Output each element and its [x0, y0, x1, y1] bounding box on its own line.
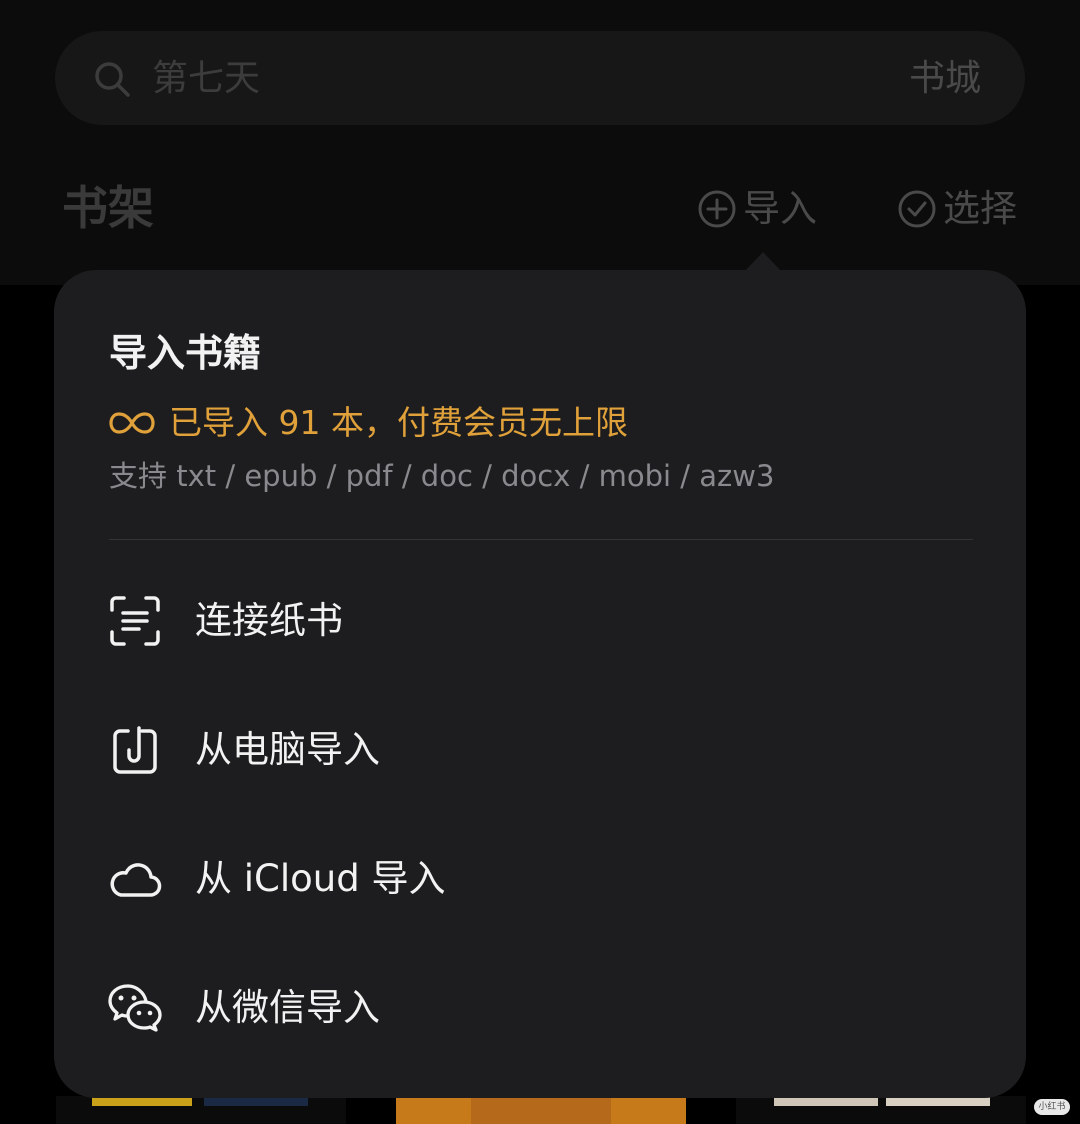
import-button-label: 导入	[743, 187, 817, 230]
import-quota: 已导入 91 本，付费会员无上限	[109, 400, 628, 446]
menu-item-label: 从微信导入	[195, 986, 380, 1029]
watermark-logo: 小红书	[1034, 1099, 1070, 1115]
scan-icon	[105, 591, 165, 651]
menu-item-connect-paper-book[interactable]: 连接纸书	[105, 581, 985, 661]
infinity-icon	[109, 412, 155, 434]
plus-circle-icon	[698, 190, 736, 228]
book-cover[interactable]	[736, 1096, 1026, 1124]
menu-item-label: 从 iCloud 导入	[195, 857, 446, 900]
book-cover[interactable]	[56, 1096, 346, 1124]
search-placeholder: 第七天	[152, 58, 261, 99]
menu-item-label: 连接纸书	[195, 599, 343, 642]
menu-item-label: 从电脑导入	[195, 728, 380, 771]
device-import-icon	[105, 720, 165, 780]
import-button[interactable]: 导入	[697, 184, 817, 234]
menu-item-import-from-wechat[interactable]: 从微信导入	[105, 968, 985, 1048]
wechat-icon	[105, 978, 165, 1038]
page-title: 书架	[62, 181, 154, 235]
select-button[interactable]: 选择	[897, 184, 1017, 234]
popover-title: 导入书籍	[109, 331, 262, 375]
bookstore-link[interactable]: 书城	[909, 57, 981, 101]
menu-item-import-from-computer[interactable]: 从电脑导入	[105, 710, 985, 790]
watermark-text: 小红书	[1038, 1102, 1066, 1112]
quota-text: 已导入 91 本，付费会员无上限	[169, 403, 628, 442]
search-icon	[95, 62, 130, 97]
divider	[109, 539, 973, 540]
cloud-icon	[105, 849, 165, 909]
menu-item-import-from-icloud[interactable]: 从 iCloud 导入	[105, 839, 985, 919]
check-circle-icon	[898, 190, 936, 228]
select-button-label: 选择	[943, 187, 1017, 230]
popover-arrow	[744, 252, 782, 272]
book-cover[interactable]	[396, 1096, 686, 1124]
supported-formats: 支持 txt / epub / pdf / doc / docx / mobi …	[109, 459, 775, 493]
